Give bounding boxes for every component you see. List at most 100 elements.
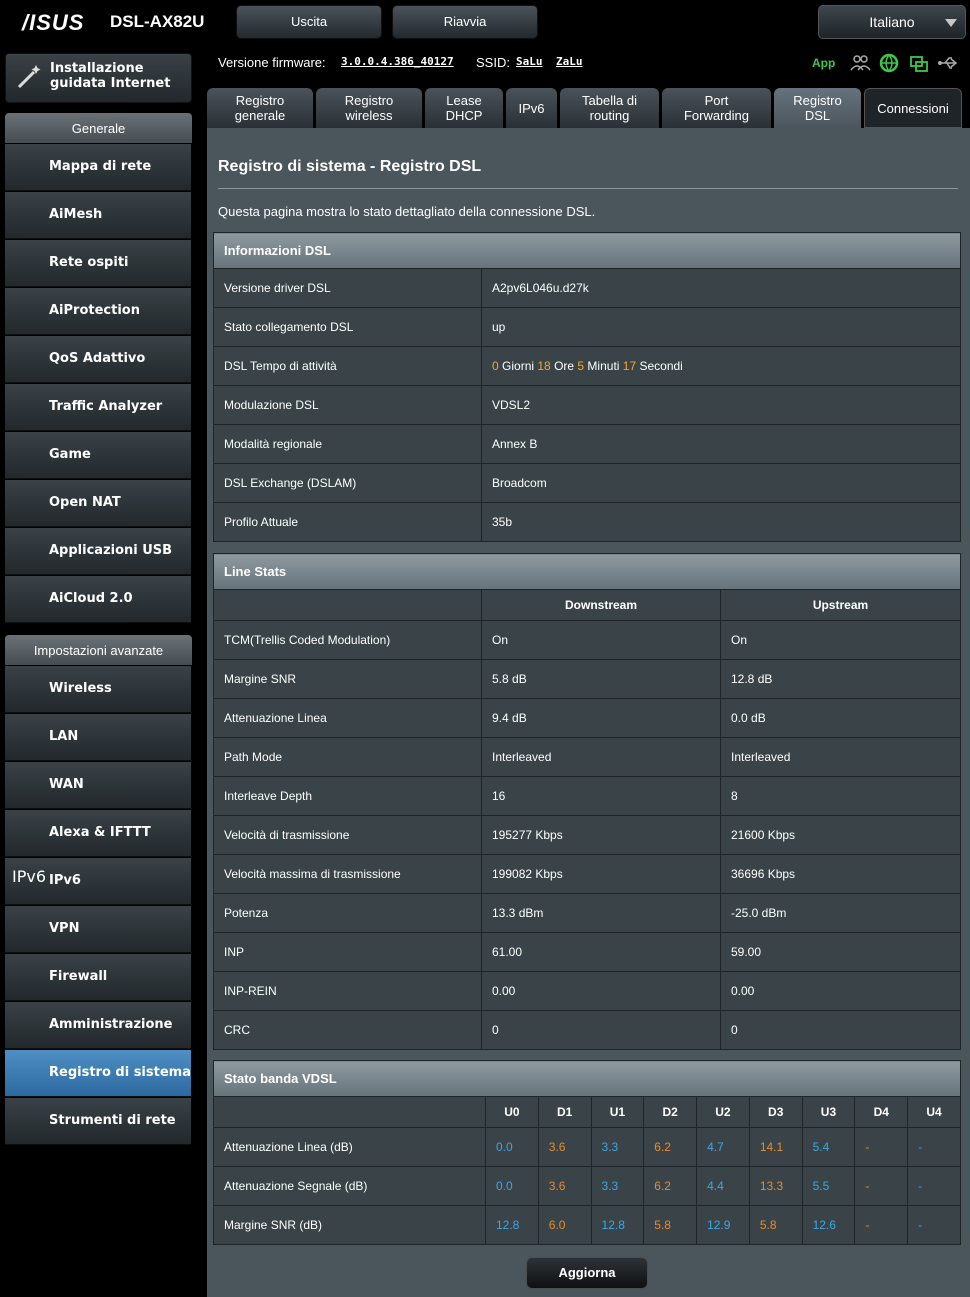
svg-text:IPv6: IPv6 bbox=[12, 867, 47, 886]
sidebar-item-label: Registro di sistema bbox=[49, 1065, 191, 1080]
band-value: - bbox=[907, 1205, 961, 1245]
sidebar-item-open-nat[interactable]: Open NAT bbox=[5, 480, 191, 527]
table-row: Interleave Depth 16 8 bbox=[213, 776, 961, 816]
sidebar-item-amministrazione[interactable]: Amministrazione bbox=[5, 1002, 191, 1049]
uptime-hours-unit: Ore bbox=[550, 359, 578, 373]
tab-connessioni[interactable]: Connessioni bbox=[864, 88, 962, 128]
stat-label: INP bbox=[213, 932, 482, 972]
stat-upstream: 12.8 dB bbox=[720, 659, 961, 699]
game-icon bbox=[12, 441, 42, 471]
wand-icon bbox=[17, 65, 41, 89]
sidebar-item-firewall[interactable]: Firewall bbox=[5, 954, 191, 1001]
band-row-label: Margine SNR (dB) bbox=[213, 1205, 486, 1245]
stat-label: Interleave Depth bbox=[213, 776, 482, 816]
stat-upstream: 36696 Kbps bbox=[720, 854, 961, 894]
dsl-info-table: Informazioni DSL Versione driver DSL A2pv… bbox=[213, 232, 961, 542]
sidebar-item-mappa-di-rete[interactable]: Mappa di rete bbox=[5, 144, 191, 191]
band-value: 3.6 bbox=[537, 1166, 592, 1206]
refresh-button[interactable]: Aggiorna bbox=[526, 1257, 648, 1289]
sidebar-item-ipv6[interactable]: IPv6 IPv6 bbox=[5, 858, 191, 905]
band-value: - bbox=[854, 1166, 909, 1206]
ssid-link-1[interactable]: SaLu bbox=[516, 55, 543, 68]
logout-button[interactable]: Uscita bbox=[236, 5, 382, 39]
sidebar-item-label: Wireless bbox=[49, 681, 112, 696]
stat-label: Velocità di trasmissione bbox=[213, 815, 482, 855]
tab-label: Registro wireless bbox=[345, 93, 393, 123]
band-value: 12.6 bbox=[801, 1205, 856, 1245]
sidebar-item-rete-ospiti[interactable]: Rete ospiti bbox=[5, 240, 191, 287]
band-header-u3: U3 bbox=[801, 1096, 856, 1128]
sidebar-item-label: Traffic Analyzer bbox=[49, 399, 163, 414]
sidebar-item-strumenti-di-rete[interactable]: Strumenti di rete bbox=[5, 1098, 191, 1145]
sidebar-item-aimesh[interactable]: AiMesh bbox=[5, 192, 191, 239]
stat-downstream: Interleaved bbox=[481, 737, 721, 777]
sidebar-item-aicloud-2-0[interactable]: AiCloud 2.0 bbox=[5, 576, 191, 623]
tab-label-line-1: IPv6 bbox=[518, 100, 545, 116]
stat-label: Velocità massima di trasmissione bbox=[213, 854, 482, 894]
band-value: 5.8 bbox=[643, 1205, 698, 1245]
table-row: Margine SNR (dB) 12.8 6.0 12.8 5.8 12.9 5.8 12.… bbox=[213, 1205, 961, 1245]
band-header-d2: D2 bbox=[643, 1096, 698, 1128]
tab-tabella-di-routing[interactable]: Tabella di routing bbox=[560, 88, 659, 128]
internet-status-icon[interactable] bbox=[878, 52, 900, 74]
band-value: 12.8 bbox=[485, 1205, 539, 1245]
uptime-hours: 18 bbox=[537, 359, 551, 373]
tab-label: IPv6 bbox=[518, 101, 544, 116]
firmware-label: Versione firmware: bbox=[218, 55, 326, 70]
sidebar-item-vpn[interactable]: VPN bbox=[5, 906, 191, 953]
language-select[interactable]: Italiano bbox=[818, 5, 966, 39]
app-link[interactable]: App bbox=[812, 56, 835, 70]
annex-value: Annex B bbox=[481, 424, 961, 464]
top-bar: /ISUS DSL-AX82U Uscita Riavvia Italiano bbox=[0, 0, 970, 44]
usb-status-icon[interactable] bbox=[937, 52, 959, 74]
sidebar-item-applicazioni-usb[interactable]: Applicazioni USB bbox=[5, 528, 191, 575]
profile-label: Profilo Attuale bbox=[213, 502, 482, 542]
sidebar-item-traffic-analyzer[interactable]: Traffic Analyzer bbox=[5, 384, 191, 431]
ssid-link-2[interactable]: ZaLu bbox=[556, 55, 583, 68]
sidebar-item-qos-adattivo[interactable]: QoS Adattivo bbox=[5, 336, 191, 383]
sidebar-item-label: Applicazioni USB bbox=[49, 543, 173, 558]
reboot-button[interactable]: Riavvia bbox=[392, 5, 538, 39]
band-value: 12.9 bbox=[696, 1205, 750, 1245]
quick-internet-setup-button[interactable]: Installazione guidata Internet bbox=[5, 53, 192, 103]
band-value: 6.2 bbox=[643, 1127, 698, 1167]
tab-ipv6[interactable]: IPv6 bbox=[506, 88, 557, 128]
downstream-column-header: Downstream bbox=[481, 589, 721, 621]
band-value: 6.2 bbox=[643, 1166, 698, 1206]
link-value: up bbox=[481, 307, 961, 347]
stat-upstream: -25.0 dBm bbox=[720, 893, 961, 933]
sidebar-item-lan[interactable]: LAN bbox=[5, 714, 191, 761]
network-map-icon bbox=[12, 153, 42, 183]
tab-port-forwarding[interactable]: Port Forwarding bbox=[662, 88, 771, 128]
stat-upstream: 0.0 dB bbox=[720, 698, 961, 738]
uptime-days-unit: Giorni bbox=[498, 359, 538, 373]
tab-registro-generale[interactable]: Registro generale bbox=[207, 88, 313, 128]
tab-registro-dsl[interactable]: Registro DSL bbox=[774, 88, 861, 128]
band-value: - bbox=[854, 1205, 909, 1245]
wireless-status-icon[interactable] bbox=[908, 52, 930, 74]
sidebar-item-game[interactable]: Game bbox=[5, 432, 191, 479]
line-stats-table: Line Stats Downstream Upstream TCM(Trelli… bbox=[213, 553, 961, 1050]
sidebar-item-alexa-ifttt[interactable]: Alexa & IFTTT bbox=[5, 810, 191, 857]
sidebar-item-label: AiProtection bbox=[49, 303, 140, 318]
vdsl-band-header: Stato banda VDSL bbox=[213, 1060, 961, 1097]
table-row: DSL Tempo di attività 0 Giorni 18 Ore 5 … bbox=[213, 346, 961, 386]
tab-registro-wireless[interactable]: Registro wireless bbox=[316, 88, 422, 128]
sidebar-item-label: Strumenti di rete bbox=[49, 1113, 176, 1128]
sidebar-item-label: AiMesh bbox=[49, 207, 103, 222]
sidebar-item-label: Open NAT bbox=[49, 495, 121, 510]
stat-upstream: 21600 Kbps bbox=[720, 815, 961, 855]
uptime-seconds: 17 bbox=[622, 359, 637, 373]
band-value: 4.7 bbox=[696, 1127, 750, 1167]
wireless-icon bbox=[12, 675, 42, 705]
sidebar-item-wireless[interactable]: Wireless bbox=[5, 666, 191, 713]
sidebar-item-label: Rete ospiti bbox=[49, 255, 129, 270]
sidebar-item-aiprotection[interactable]: AiProtection bbox=[5, 288, 191, 335]
annex-label: Modalità regionale bbox=[213, 424, 482, 464]
firmware-version-link[interactable]: 3.0.0.4.386_40127 bbox=[341, 55, 454, 68]
sidebar-item-wan[interactable]: WAN bbox=[5, 762, 191, 809]
clients-icon[interactable] bbox=[849, 52, 871, 74]
sidebar-item-registro-di-sistema[interactable]: Registro di sistema bbox=[5, 1050, 191, 1097]
stat-label: Attenuazione Linea bbox=[213, 698, 482, 738]
tab-lease-dhcp[interactable]: Lease DHCP bbox=[425, 88, 503, 128]
